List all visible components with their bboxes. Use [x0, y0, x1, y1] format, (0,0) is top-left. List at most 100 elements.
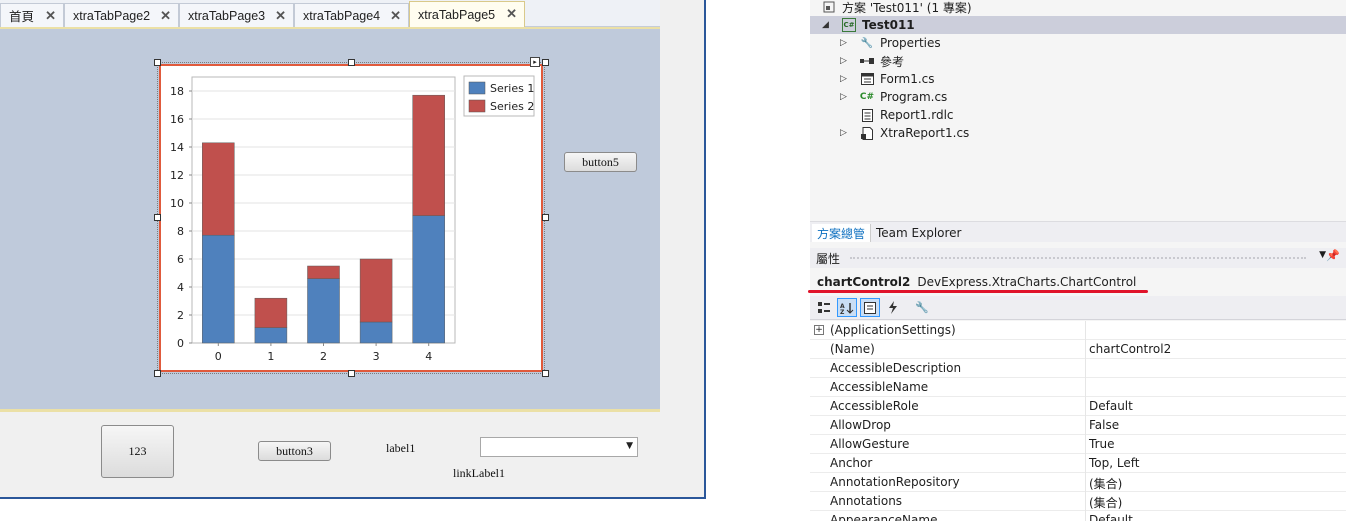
property-value[interactable]: chartControl2 [1089, 342, 1171, 356]
property-row[interactable]: AccessibleDescription [810, 359, 1346, 378]
combobox[interactable]: ▼ [480, 437, 638, 457]
tab-xtratabpage4[interactable]: xtraTabPage4 ✕ [294, 3, 409, 27]
close-icon[interactable]: ✕ [275, 8, 286, 24]
resize-handle[interactable] [154, 59, 161, 66]
property-name: (Name) [830, 342, 875, 356]
chart-control[interactable]: 0 2 4 6 8 10 12 14 16 18 0 1 2 3 4 Series 1 Series 2 [159, 64, 543, 372]
property-value[interactable]: Top, Left [1089, 456, 1139, 470]
y-tick-label: 0 [177, 337, 184, 350]
x-tick-label: 0 [215, 350, 222, 363]
property-value[interactable]: (集合) [1089, 475, 1122, 492]
property-value[interactable]: Default [1089, 399, 1133, 413]
tab-label: xtraTabPage3 [188, 8, 266, 23]
grid-splitter [1085, 473, 1086, 492]
grid-splitter [1085, 416, 1086, 435]
object-name: chartControl2 [817, 275, 911, 289]
collapsed-arrow-icon[interactable]: ▷ [840, 128, 847, 138]
property-row[interactable]: AllowGesture True [810, 435, 1346, 454]
pin-icon[interactable]: 📌 [1326, 249, 1340, 262]
tab-team-explorer[interactable]: Team Explorer [870, 224, 967, 242]
grid-splitter [1085, 454, 1086, 473]
close-icon[interactable]: ✕ [160, 8, 171, 24]
resize-handle[interactable] [542, 214, 549, 221]
y-tick-label: 10 [170, 197, 184, 210]
references-icon [860, 54, 874, 68]
collapsed-arrow-icon[interactable]: ▷ [840, 92, 847, 102]
tree-item-xtrareport1[interactable]: ▷ XtraReport1.cs [810, 124, 1346, 142]
close-icon[interactable]: ✕ [390, 8, 401, 24]
resize-handle[interactable] [348, 370, 355, 377]
property-name: AccessibleDescription [830, 361, 962, 375]
tab-xtratabpage3[interactable]: xtraTabPage3 ✕ [179, 3, 294, 27]
property-row[interactable]: AccessibleName [810, 378, 1346, 397]
property-row[interactable]: AllowDrop False [810, 416, 1346, 435]
tree-item-program[interactable]: ▷ C# Program.cs [810, 88, 1346, 106]
button-123[interactable]: 123 [101, 425, 174, 478]
button5[interactable]: button5 [564, 152, 637, 172]
tree-item-label: Properties [880, 36, 941, 50]
tab-xtratabpage2[interactable]: xtraTabPage2 ✕ [64, 3, 179, 27]
collapsed-arrow-icon[interactable]: ▷ [840, 38, 847, 48]
tab-xtratabpage5[interactable]: xtraTabPage5 ✕ [409, 1, 525, 28]
tab-home[interactable]: 首頁 ✕ [0, 3, 64, 27]
property-value[interactable]: False [1089, 418, 1119, 432]
tree-item-label: XtraReport1.cs [880, 126, 970, 140]
button3[interactable]: button3 [258, 441, 331, 461]
y-tick-label: 14 [170, 141, 184, 154]
annotation-underline [808, 290, 1148, 293]
solution-node[interactable]: 方案 'Test011' (1 專案) [810, 0, 1346, 16]
properties-view-icon[interactable] [860, 298, 880, 317]
project-node[interactable]: ◢ C# Test011 [810, 16, 1346, 34]
property-row[interactable]: (Name) chartControl2 [810, 340, 1346, 359]
tree-item-report1[interactable]: Report1.rdlc [810, 106, 1346, 124]
grid-splitter [1085, 397, 1086, 416]
expand-plus-icon[interactable]: + [814, 325, 824, 335]
property-name: AccessibleRole [830, 399, 919, 413]
chevron-down-icon[interactable]: ▼ [626, 441, 633, 451]
collapsed-arrow-icon[interactable]: ▷ [840, 74, 847, 84]
close-icon[interactable]: ✕ [506, 6, 517, 22]
smart-tag-icon[interactable]: ▸ [530, 57, 540, 67]
close-icon[interactable]: ✕ [45, 8, 56, 24]
resize-handle[interactable] [542, 59, 549, 66]
bar-series-2 [202, 142, 235, 236]
categorized-icon[interactable] [814, 298, 834, 317]
report-icon [860, 108, 874, 122]
property-value[interactable]: (集合) [1089, 494, 1122, 511]
property-row[interactable]: Annotations (集合) [810, 492, 1346, 511]
grid-splitter [1085, 321, 1086, 340]
expanded-arrow-icon[interactable]: ◢ [822, 20, 829, 30]
collapsed-arrow-icon[interactable]: ▷ [840, 56, 847, 66]
legend-label: Series 1 [490, 82, 534, 95]
property-row[interactable]: Anchor Top, Left [810, 454, 1346, 473]
tab-solution-explorer[interactable]: 方案總管 [812, 224, 871, 242]
tab-label: 首頁 [9, 10, 35, 24]
tree-item-references[interactable]: ▷ 參考 [810, 52, 1346, 70]
form-border [704, 0, 706, 499]
resize-handle[interactable] [154, 214, 161, 221]
property-row[interactable]: AccessibleRole Default [810, 397, 1346, 416]
property-pages-icon[interactable]: 🔧 [912, 298, 932, 317]
resize-handle[interactable] [154, 370, 161, 377]
events-icon[interactable] [883, 298, 903, 317]
linklabel1[interactable]: linkLabel1 [453, 466, 505, 481]
tree-item-form1[interactable]: ▷ Form1.cs [810, 70, 1346, 88]
resize-handle[interactable] [542, 370, 549, 377]
tab-label: xtraTabPage5 [418, 8, 496, 22]
property-name: AllowGesture [830, 437, 910, 451]
property-row[interactable]: AppearanceName Default [810, 511, 1346, 521]
alphabetical-icon[interactable]: AZ [837, 298, 857, 317]
bar-series-1 [412, 215, 445, 344]
property-row[interactable]: AnnotationRepository (集合) [810, 473, 1346, 492]
panel-tab-strip: 方案總管 Team Explorer [810, 221, 1346, 242]
resize-handle[interactable] [348, 59, 355, 66]
property-grid: + (ApplicationSettings) (Name) chartCont… [810, 321, 1346, 521]
tree-item-properties[interactable]: ▷ 🔧 Properties [810, 34, 1346, 52]
bar-series-1 [359, 321, 393, 344]
dropdown-arrow-icon[interactable]: ▼ [1319, 250, 1326, 260]
property-value[interactable]: Default [1089, 513, 1133, 521]
bar-series-1 [254, 327, 288, 344]
form-designer: 首頁 ✕ xtraTabPage2 ✕ xtraTabPage3 ✕ xtraT… [0, 0, 706, 521]
property-row[interactable]: + (ApplicationSettings) [810, 321, 1346, 340]
property-value[interactable]: True [1089, 437, 1115, 451]
